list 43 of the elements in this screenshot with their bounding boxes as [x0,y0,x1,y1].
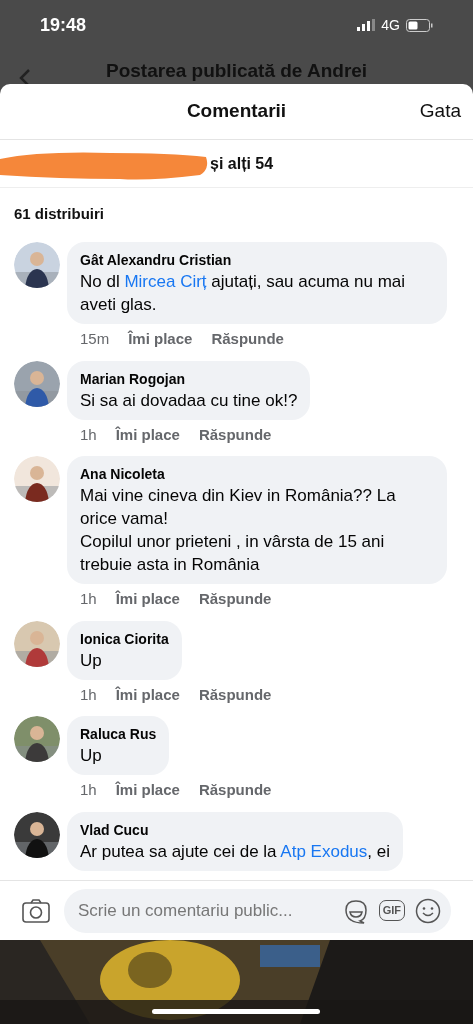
comment-time: 1h [80,684,97,705]
clock: 19:48 [40,13,87,37]
profile-link[interactable]: Atp Exodus [280,841,368,861]
comment-author[interactable]: Raluca Rus [80,724,157,744]
sticker-icon[interactable] [342,897,369,924]
comment-text: Up [80,745,103,767]
reactions-summary[interactable]: și alți 54 [210,151,274,176]
comment-time: 1h [80,589,97,609]
comment-text: Ar putea sa ajute cei de la Atp Exodus, ei [80,840,390,863]
comment-field[interactable]: Scrie un comentariu public... GIF [64,888,451,933]
profile-link[interactable]: Mircea Cirț [124,272,207,291]
comment-text: No dl Mircea Cirț ajutați, sau acuma nu mai aveti glas. [80,271,407,316]
comment-text: Up [80,649,103,672]
emoji-icon[interactable] [415,897,441,924]
comment-time: 15m [80,329,110,349]
like-button[interactable]: Îmi place [128,328,193,351]
sheet-title: Comentarii [186,99,287,124]
comment-author[interactable]: Ana Nicoleta [80,464,434,484]
like-button[interactable]: Îmi place [115,588,180,611]
like-button[interactable]: Îmi place [115,683,180,706]
comment-time: 1h [80,780,97,800]
reply-button[interactable]: Răspunde [198,779,272,802]
battery-icon [406,18,433,32]
reply-button[interactable]: Răspunde [198,683,272,706]
reply-button[interactable]: Răspunde [211,328,284,351]
like-button[interactable]: Îmi place [115,779,180,802]
comment-time: 1h [80,424,97,445]
network-label: 4G [381,15,400,35]
camera-icon[interactable] [22,898,50,923]
reply-button[interactable]: Răspunde [198,588,272,611]
comment-text: Si sa ai dovadaa cu tine ok!? [80,389,298,412]
comment-author[interactable]: Marian Rogojan [80,368,298,389]
gif-button[interactable]: GIF [378,900,405,921]
comment-author[interactable]: Ionica Ciorita [80,628,169,649]
shares-count[interactable]: 61 distribuiri [14,205,105,222]
done-button[interactable]: Gata [419,97,461,126]
like-button[interactable]: Îmi place [115,423,180,446]
signal-icon [357,19,376,31]
comment-author[interactable]: Vlad Cucu [80,819,390,840]
comment-author[interactable]: Gât Alexandru Cristian [80,250,434,270]
post-title: Postarea publicată de Andrei [106,60,368,82]
comment-text: Mai vine cineva din Kiev in România?? La orice vama! Copilul unor prieteni , in vârsta de 15 ani trebuie asta in România [80,485,397,576]
reply-button[interactable]: Răspunde [198,423,272,446]
